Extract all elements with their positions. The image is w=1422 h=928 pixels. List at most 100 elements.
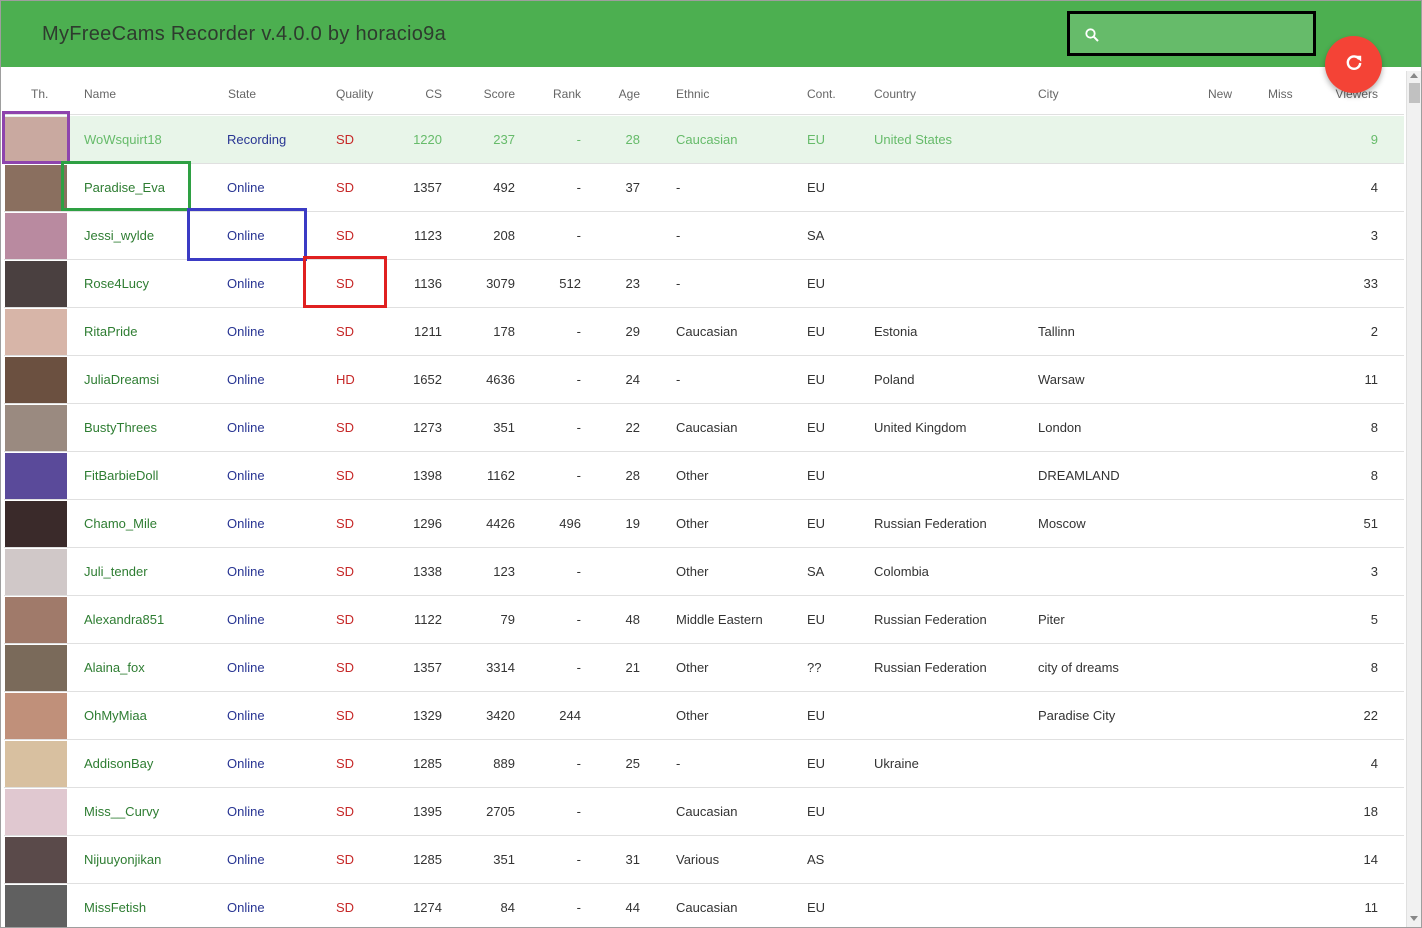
- cell-name[interactable]: BustyThrees: [84, 420, 157, 435]
- table-row[interactable]: Rose4Lucy Online SD 1136 3079 512 23- EU 33: [4, 260, 1404, 308]
- thumbnail-image[interactable]: [5, 309, 67, 355]
- thumbnail-image[interactable]: [5, 693, 67, 739]
- cell-cs: 1274: [413, 900, 442, 915]
- thumbnail-image[interactable]: [5, 453, 67, 499]
- thumbnail-image[interactable]: [5, 501, 67, 547]
- table-row[interactable]: JuliaDreamsi Online HD 1652 4636 - 24 - EU Poland…: [4, 356, 1404, 404]
- table-row[interactable]: Miss__Curvy Online SD 1395 2705 - Caucasian EU 1…: [4, 788, 1404, 836]
- header-name[interactable]: Name: [84, 87, 116, 101]
- table-row[interactable]: AddisonBay Online SD 1285 889 - 25 - EU Ukraine 4: [4, 740, 1404, 788]
- table-header: Th. Name State Quality CS Score Rank Age…: [4, 71, 1404, 115]
- thumbnail-image[interactable]: [5, 885, 67, 927]
- table-row[interactable]: Juli_tender Online SD 1338 123 - Other SA Colomb…: [4, 548, 1404, 596]
- thumbnail-image[interactable]: [5, 789, 67, 835]
- cell-state: Online: [227, 420, 265, 435]
- table-row[interactable]: MissFetish Online SD 1274 84 - 44 Caucasian EU 11: [4, 884, 1404, 927]
- thumbnail-image[interactable]: [5, 357, 67, 403]
- table-row[interactable]: Paradise_Eva Online SD 1357 492-37- EU 4: [4, 164, 1404, 212]
- table-row[interactable]: Chamo_Mile Online SD 1296 4426 496 19 Other EU Ru…: [4, 500, 1404, 548]
- cell-quality: HD: [336, 372, 355, 387]
- cell-viewers: 51: [1363, 516, 1378, 531]
- cell-continent: AS: [807, 852, 825, 867]
- vertical-scrollbar[interactable]: [1406, 71, 1421, 927]
- cell-state: Online: [227, 180, 265, 195]
- search-box[interactable]: [1067, 11, 1316, 56]
- cell-name[interactable]: RitaPride: [84, 324, 137, 339]
- scrollbar-thumb[interactable]: [1409, 83, 1420, 103]
- cell-name[interactable]: FitBarbieDoll: [84, 468, 158, 483]
- header-thumbnail[interactable]: Th.: [31, 87, 48, 101]
- cell-continent: SA: [807, 228, 825, 243]
- thumbnail-image[interactable]: [5, 549, 67, 595]
- cell-score: 2705: [486, 804, 515, 819]
- cell-country: Russian Federation: [874, 660, 987, 675]
- table-row[interactable]: BustyThrees Online SD 1273 351 - 22 Caucasian EU…: [4, 404, 1404, 452]
- cell-quality: SD: [336, 228, 355, 243]
- header-new[interactable]: New: [1208, 87, 1232, 101]
- thumbnail-image[interactable]: [5, 213, 67, 259]
- thumbnail-image[interactable]: [5, 645, 67, 691]
- scroll-up-arrow-icon[interactable]: [1410, 73, 1418, 78]
- cell-ethnic: Caucasian: [676, 420, 738, 435]
- cell-name[interactable]: Nijuuyonjikan: [84, 852, 161, 867]
- cell-age: 24: [625, 372, 640, 387]
- cell-country: Estonia: [874, 324, 918, 339]
- search-input[interactable]: [1110, 20, 1310, 48]
- table-row[interactable]: Alexandra851 Online SD 1122 79 - 48 Middle East…: [4, 596, 1404, 644]
- table-row[interactable]: FitBarbieDoll Online SD 1398 1162 - 28 Other EU D…: [4, 452, 1404, 500]
- thumbnail-image[interactable]: [5, 261, 67, 307]
- header-age[interactable]: Age: [600, 87, 640, 101]
- refresh-button[interactable]: [1325, 36, 1382, 93]
- cell-name[interactable]: Juli_tender: [84, 564, 148, 579]
- cell-cs: 1220: [413, 132, 442, 147]
- cell-quality: SD: [336, 900, 355, 915]
- thumbnail-image[interactable]: [5, 165, 67, 211]
- header-score[interactable]: Score: [455, 87, 515, 101]
- header-rank[interactable]: Rank: [531, 87, 581, 101]
- table-row[interactable]: RitaPride Online SD 1211 178 - 29 Caucasian EU Es…: [4, 308, 1404, 356]
- cell-viewers: 5: [1370, 612, 1378, 627]
- cell-quality: SD: [336, 324, 355, 339]
- thumbnail-image[interactable]: [5, 405, 67, 451]
- scroll-down-arrow-icon[interactable]: [1410, 916, 1418, 921]
- table-row[interactable]: OhMyMiaa Online SD 1329 3420 244 Other EU Paradi…: [4, 692, 1404, 740]
- header-state[interactable]: State: [228, 87, 256, 101]
- cell-rank: -: [576, 468, 581, 483]
- cell-name[interactable]: AddisonBay: [84, 756, 153, 771]
- header-cs[interactable]: CS: [392, 87, 442, 101]
- cell-name[interactable]: Chamo_Mile: [84, 516, 157, 531]
- thumbnail-image[interactable]: [5, 837, 67, 883]
- cell-state: Online: [227, 516, 265, 531]
- cell-cs: 1329: [413, 708, 442, 723]
- cell-name[interactable]: Miss__Curvy: [84, 804, 159, 819]
- cell-continent: EU: [807, 516, 826, 531]
- table-row[interactable]: WoWsquirt18 Recording SD 1220 237 - 28 Caucasia…: [4, 116, 1404, 164]
- header-quality[interactable]: Quality: [336, 87, 373, 101]
- cell-name[interactable]: Alexandra851: [84, 612, 164, 627]
- table-row[interactable]: Nijuuyonjikan Online SD 1285 351 - 31 Various AS…: [4, 836, 1404, 884]
- cell-name[interactable]: Jessi_wylde: [84, 228, 154, 243]
- thumbnail-image[interactable]: [5, 741, 67, 787]
- table-row[interactable]: Alaina_fox Online SD 1357 3314 - 21 Other?? Russ…: [4, 644, 1404, 692]
- cell-name[interactable]: JuliaDreamsi: [84, 372, 159, 387]
- cell-viewers: 9: [1370, 132, 1378, 147]
- cell-rank: -: [576, 804, 581, 819]
- header-continent[interactable]: Cont.: [807, 87, 836, 101]
- cell-ethnic: Other: [676, 468, 709, 483]
- thumbnail-image[interactable]: [5, 597, 67, 643]
- header-country[interactable]: Country: [874, 87, 916, 101]
- cell-cs: 1652: [413, 372, 442, 387]
- cell-rank: -: [576, 756, 581, 771]
- cell-name[interactable]: Rose4Lucy: [84, 276, 149, 291]
- cell-name[interactable]: OhMyMiaa: [84, 708, 147, 723]
- cell-name[interactable]: WoWsquirt18: [84, 132, 162, 147]
- cell-cs: 1398: [413, 468, 442, 483]
- header-city[interactable]: City: [1038, 87, 1059, 101]
- cell-name[interactable]: MissFetish: [84, 900, 146, 915]
- header-ethnic[interactable]: Ethnic: [676, 87, 709, 101]
- cell-continent: EU: [807, 612, 826, 627]
- cell-rank: -: [576, 660, 581, 675]
- header-miss[interactable]: Miss: [1268, 87, 1293, 101]
- cell-name[interactable]: Alaina_fox: [84, 660, 145, 675]
- cell-state: Online: [227, 324, 265, 339]
